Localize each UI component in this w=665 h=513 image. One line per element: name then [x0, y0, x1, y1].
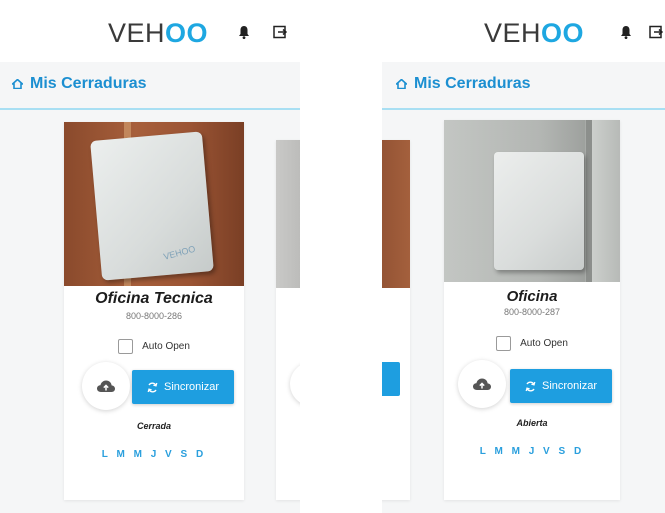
lock-status: Cerrada: [136, 421, 172, 431]
auto-open-label: Auto Open: [142, 341, 190, 352]
lock-photo: [276, 140, 300, 288]
lock-card-peek-next[interactable]: [276, 140, 300, 500]
cloud-upload-icon: [473, 378, 491, 390]
nav-bar: Mis Cerraduras: [0, 62, 300, 110]
auto-open-toggle[interactable]: Auto Open: [64, 339, 244, 354]
lock-card[interactable]: VEHOO Oficina Tecnica 800-8000-286 Auto …: [64, 122, 244, 500]
bell-icon[interactable]: [618, 24, 634, 40]
app-screen-left: VEHOO Mis Cerraduras VEHOO Oficina Tecni…: [0, 0, 300, 513]
auto-open-checkbox[interactable]: [496, 336, 512, 351]
schedule-days[interactable]: L M M J V S D: [64, 449, 244, 460]
auto-open-checkbox[interactable]: [118, 339, 134, 354]
lock-card[interactable]: Oficina 800-8000-287 Auto Open Sincroniz…: [444, 120, 620, 500]
lock-photo: VEHOO: [64, 122, 244, 286]
lock-status: Abierta: [516, 418, 548, 428]
lock-name: Oficina: [506, 288, 558, 305]
cloud-upload-button[interactable]: [458, 360, 506, 408]
cloud-upload-icon: [97, 380, 115, 392]
home-icon: [396, 79, 407, 89]
logo-text: VEH: [108, 18, 166, 48]
sync-label: Sincronizar: [163, 381, 220, 393]
brand-logo: VEHOO: [108, 18, 208, 49]
logo-text: VEH: [484, 18, 542, 48]
auto-open-label: Auto Open: [520, 338, 568, 349]
cloud-button-peek[interactable]: [290, 362, 300, 406]
lock-name: Oficina Tecnica: [95, 290, 213, 307]
cloud-upload-button[interactable]: [82, 362, 130, 410]
top-bar: VEHOO: [0, 0, 300, 62]
top-bar: VEHOO: [382, 0, 665, 62]
nav-bar: Mis Cerraduras: [382, 62, 665, 110]
sync-button[interactable]: Sincronizar: [510, 369, 612, 403]
logout-icon[interactable]: [272, 24, 288, 40]
brand-logo: VEHOO: [484, 18, 584, 49]
logo-accent-text: OO: [541, 18, 585, 48]
sync-label: Sincronizar: [541, 380, 598, 392]
page-title-text: Mis Cerraduras: [414, 75, 531, 92]
sync-icon: [147, 381, 158, 393]
lock-photo: [444, 120, 620, 282]
lock-photo: [382, 140, 410, 288]
lock-serial: 800-8000-286: [125, 311, 183, 321]
app-screen-right: VEHOO Mis Cerraduras Oficina 800-8000-28…: [382, 0, 665, 513]
logo-accent-text: OO: [165, 18, 209, 48]
sync-button[interactable]: Sincronizar: [132, 370, 234, 404]
sync-button-peek[interactable]: [382, 362, 400, 396]
page-title-text: Mis Cerraduras: [30, 75, 147, 92]
logout-icon[interactable]: [648, 24, 664, 40]
page-title[interactable]: Mis Cerraduras: [396, 75, 531, 93]
auto-open-toggle[interactable]: Auto Open: [444, 336, 620, 351]
home-icon: [12, 79, 23, 89]
bell-icon[interactable]: [236, 24, 252, 40]
sync-icon: [525, 380, 536, 392]
lock-card-peek-prev[interactable]: [382, 140, 410, 500]
page-title[interactable]: Mis Cerraduras: [12, 75, 147, 93]
lock-serial: 800-8000-287: [503, 307, 561, 317]
schedule-days[interactable]: L M M J V S D: [444, 446, 620, 457]
device-logo: VEHOO: [162, 243, 197, 262]
